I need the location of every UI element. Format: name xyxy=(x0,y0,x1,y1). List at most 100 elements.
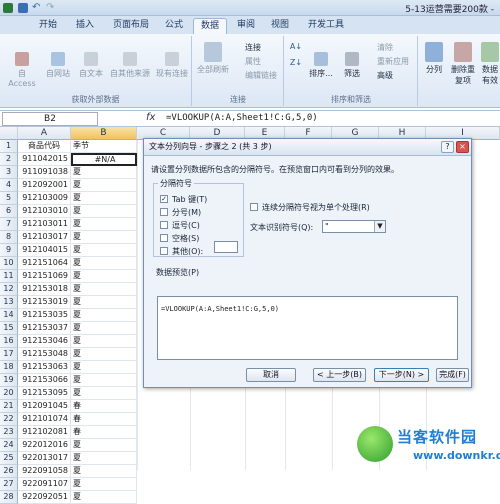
tab-home[interactable]: 开始 xyxy=(34,18,62,34)
cell-season[interactable]: 夏 xyxy=(71,179,137,192)
cell-season[interactable]: 夏 xyxy=(71,465,137,478)
cell-season[interactable]: 夏 xyxy=(71,452,137,465)
row-header[interactable]: 28 xyxy=(0,491,18,504)
edit-links-link[interactable]: 编辑链接 xyxy=(245,70,277,81)
cell-season[interactable]: 夏 xyxy=(71,166,137,179)
cell-season[interactable]: 夏 xyxy=(71,296,137,309)
cell-product-code[interactable]: 922013017 xyxy=(18,452,71,465)
cell-product-code[interactable]: 912102081 xyxy=(18,426,71,439)
cell-product-code[interactable]: 912151064 xyxy=(18,257,71,270)
cell-product-code[interactable]: 922091058 xyxy=(18,465,71,478)
tab-developer[interactable]: 开发工具 xyxy=(303,18,349,34)
row-header[interactable]: 7 xyxy=(0,218,18,231)
cell-product-code[interactable]: 912153019 xyxy=(18,296,71,309)
data-preview[interactable]: =VLOOKUP(A:A,Sheet1!C:G,5,0) xyxy=(157,296,458,360)
consecutive-label[interactable]: 连续分隔符号视为单个处理(R) xyxy=(262,202,370,213)
row-header[interactable]: 3 xyxy=(0,166,18,179)
cell-product-code[interactable]: 912103011 xyxy=(18,218,71,231)
delimiter-checkbox[interactable] xyxy=(160,208,168,216)
filter-button[interactable]: 筛选 xyxy=(339,52,365,79)
delimiter-label[interactable]: 分号(M) xyxy=(172,207,201,218)
row-header[interactable]: 20 xyxy=(0,387,18,400)
cell-season[interactable]: 夏 xyxy=(71,309,137,322)
row-header[interactable]: 14 xyxy=(0,309,18,322)
header-cell-code[interactable]: 商品代码 xyxy=(18,140,71,153)
row-header[interactable]: 6 xyxy=(0,205,18,218)
delimiter-label[interactable]: 逗号(C) xyxy=(172,220,200,231)
existing-connections-button[interactable]: 现有连接 xyxy=(154,52,190,79)
row-header[interactable]: 18 xyxy=(0,361,18,374)
row-header[interactable]: 19 xyxy=(0,374,18,387)
row-header[interactable]: 2 xyxy=(0,153,18,166)
header-cell-season[interactable]: 季节 xyxy=(71,140,137,153)
row-header[interactable]: 24 xyxy=(0,439,18,452)
cell-season[interactable]: 夏 xyxy=(71,348,137,361)
cell-season[interactable]: 夏 xyxy=(71,335,137,348)
tab-formulas[interactable]: 公式 xyxy=(160,18,188,34)
from-other-sources-button[interactable]: 自其他来源 xyxy=(108,52,152,79)
connections-link[interactable]: 连接 xyxy=(245,42,261,53)
sort-az-icon[interactable]: A↓ xyxy=(289,42,303,51)
row-header[interactable]: 5 xyxy=(0,192,18,205)
cell-season[interactable]: 春 xyxy=(71,400,137,413)
reapply-button[interactable]: 重新应用 xyxy=(377,56,409,67)
cell-product-code[interactable]: 912153037 xyxy=(18,322,71,335)
clear-button[interactable]: 清除 xyxy=(377,42,393,53)
save-icon[interactable] xyxy=(18,3,28,13)
cell-product-code[interactable]: 912153018 xyxy=(18,283,71,296)
cell-product-code[interactable]: 912153095 xyxy=(18,387,71,400)
from-access-button[interactable]: 自 Access xyxy=(4,52,40,88)
row-header[interactable]: 27 xyxy=(0,478,18,491)
row-header[interactable]: 13 xyxy=(0,296,18,309)
other-delimiter-input[interactable] xyxy=(214,241,238,253)
help-button[interactable]: ? xyxy=(441,141,454,153)
cell-product-code[interactable]: 912153063 xyxy=(18,361,71,374)
row-header[interactable]: 4 xyxy=(0,179,18,192)
cell-season[interactable]: 夏 xyxy=(71,244,137,257)
cell-product-code[interactable]: 912103009 xyxy=(18,192,71,205)
finish-button[interactable]: 完成(F) xyxy=(436,368,469,382)
delimiter-checkbox[interactable] xyxy=(160,221,168,229)
cell-product-code[interactable]: 911091038 xyxy=(18,166,71,179)
refresh-all-button[interactable]: 全部刷新 xyxy=(195,42,231,75)
cell-season[interactable]: 夏 xyxy=(71,322,137,335)
row-header[interactable]: 1 xyxy=(0,140,18,153)
row-header[interactable]: 23 xyxy=(0,426,18,439)
row-header[interactable]: 10 xyxy=(0,257,18,270)
delimiter-label[interactable]: Tab 键(T) xyxy=(172,194,207,205)
cell-season[interactable]: 夏 xyxy=(71,374,137,387)
cell-season[interactable]: 夏 xyxy=(71,270,137,283)
cell-season[interactable]: 夏 xyxy=(71,283,137,296)
delimiter-label[interactable]: 其他(O): xyxy=(172,246,203,257)
sort-button[interactable]: 排序... xyxy=(305,52,337,79)
cell-product-code[interactable]: 912103010 xyxy=(18,205,71,218)
tab-page-layout[interactable]: 页面布局 xyxy=(108,18,154,34)
consecutive-checkbox[interactable] xyxy=(250,203,258,211)
redo-icon[interactable]: ↷ xyxy=(46,3,56,13)
text-to-columns-button[interactable]: 分列 xyxy=(421,42,447,75)
qualifier-select[interactable]: " ▼ xyxy=(322,220,386,233)
cell-product-code[interactable]: 922091107 xyxy=(18,478,71,491)
row-header[interactable]: 21 xyxy=(0,400,18,413)
advanced-button[interactable]: 高级 xyxy=(377,70,393,81)
cell-season[interactable]: 春 xyxy=(71,413,137,426)
sort-za-icon[interactable]: Z↓ xyxy=(289,58,303,67)
row-header[interactable]: 9 xyxy=(0,244,18,257)
delimiter-label[interactable]: 空格(S) xyxy=(172,233,199,244)
close-button[interactable]: × xyxy=(456,141,469,153)
selected-cell[interactable]: #N/A xyxy=(71,153,137,166)
cell-product-code[interactable]: 912153048 xyxy=(18,348,71,361)
excel-logo-icon[interactable] xyxy=(3,3,13,13)
properties-link[interactable]: 属性 xyxy=(245,56,261,67)
column-header-a[interactable]: A xyxy=(18,127,71,140)
row-header[interactable]: 12 xyxy=(0,283,18,296)
cell-product-code[interactable]: 912153066 xyxy=(18,374,71,387)
cell-season[interactable]: 夏 xyxy=(71,387,137,400)
row-header[interactable]: 25 xyxy=(0,452,18,465)
row-header[interactable]: 11 xyxy=(0,270,18,283)
cell-product-code[interactable]: 912101074 xyxy=(18,413,71,426)
cell-season[interactable]: 夏 xyxy=(71,439,137,452)
cell-season[interactable]: 夏 xyxy=(71,231,137,244)
cell-product-code[interactable]: 912103017 xyxy=(18,231,71,244)
function-icon[interactable]: fx xyxy=(146,112,155,123)
